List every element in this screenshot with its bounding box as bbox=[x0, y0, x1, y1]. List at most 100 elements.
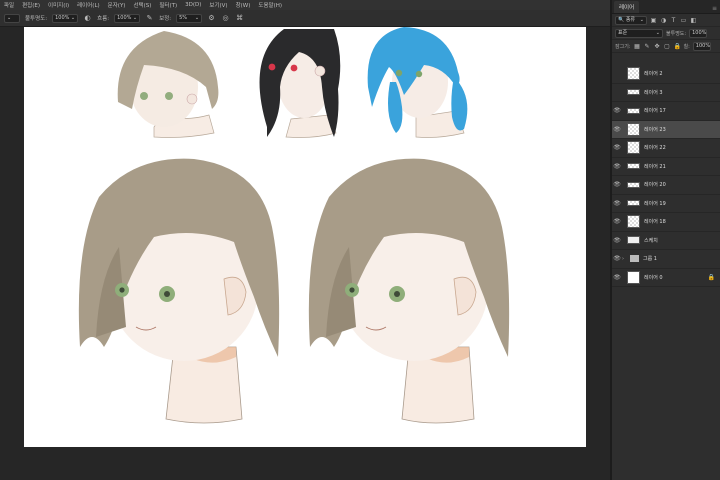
layer-row[interactable]: 👁 레이어 2 bbox=[612, 65, 720, 84]
tab-layers[interactable]: 레이어 bbox=[614, 1, 640, 13]
menu-item[interactable]: 도움말(H) bbox=[258, 1, 282, 9]
artboard[interactable] bbox=[24, 27, 586, 447]
layer-row[interactable]: 👁 레이어 20 bbox=[612, 176, 720, 195]
filter-smart-icon[interactable]: ◧ bbox=[690, 17, 697, 24]
layer-name[interactable]: 레이어 20 bbox=[644, 181, 666, 188]
layer-name[interactable]: 레이어 22 bbox=[644, 144, 666, 151]
lock-paint-icon[interactable]: ✎ bbox=[644, 43, 651, 50]
layer-row[interactable]: 👁 레이어 19 bbox=[612, 195, 720, 213]
layer-name[interactable]: 레이어 19 bbox=[644, 200, 666, 207]
layer-thumbnail bbox=[627, 89, 640, 96]
layer-thumbnail bbox=[627, 236, 640, 245]
layer-name[interactable]: 레이어 2 bbox=[644, 70, 663, 77]
blend-mode-select[interactable]: 표준 ⌄ bbox=[615, 28, 663, 38]
eye-icon[interactable]: 👁 bbox=[612, 107, 622, 114]
menu-item[interactable]: 레이어(L) bbox=[77, 1, 100, 9]
menu-item[interactable]: 문자(Y) bbox=[108, 1, 126, 9]
layer-name[interactable]: 레이어 3 bbox=[644, 89, 663, 96]
layer-name[interactable]: 그룹 1 bbox=[643, 255, 657, 262]
lock-move-icon[interactable]: ✥ bbox=[654, 43, 661, 50]
layer-thumbnail bbox=[627, 200, 640, 207]
eye-icon[interactable]: 👁 bbox=[612, 237, 622, 244]
small-head-blue bbox=[367, 27, 468, 138]
layer-thumbnail bbox=[627, 122, 640, 136]
eye-icon[interactable]: 👁 bbox=[612, 200, 622, 207]
canvas-area[interactable] bbox=[0, 27, 610, 480]
layer-row[interactable]: 👁 레이어 3 bbox=[612, 84, 720, 102]
panel-opacity-label: 불투명도: bbox=[666, 30, 687, 37]
small-head-black bbox=[259, 29, 341, 138]
layer-row[interactable]: 👁 레이어 21 bbox=[612, 158, 720, 176]
eye-icon[interactable]: 👁 bbox=[612, 70, 622, 77]
menu-item[interactable]: 3D(D) bbox=[185, 2, 201, 8]
eye-icon[interactable]: 👁 bbox=[612, 89, 622, 96]
layer-name[interactable]: 레이어 18 bbox=[644, 218, 666, 225]
layer-filter-row: 🔍 종류 ⌄ ▣ ◑ T ▭ ◧ bbox=[612, 14, 720, 27]
menu-item[interactable]: 편집(E) bbox=[22, 1, 40, 9]
menu-item[interactable]: 창(W) bbox=[236, 1, 251, 9]
layer-name[interactable]: 레이어 21 bbox=[644, 163, 666, 170]
layer-row[interactable]: 👁 레이어 0 🔒 bbox=[612, 269, 720, 287]
gear-icon[interactable]: ⚙ bbox=[207, 14, 216, 23]
layer-thumbnail bbox=[627, 67, 640, 81]
menu-item[interactable]: 선택(S) bbox=[133, 1, 151, 9]
clip-indicator: › bbox=[622, 255, 624, 262]
layer-thumbnail bbox=[627, 163, 640, 170]
airbrush-icon[interactable]: ✎ bbox=[145, 14, 154, 23]
eye-icon[interactable]: 👁 bbox=[612, 181, 622, 188]
folder-icon bbox=[630, 255, 639, 263]
layer-name[interactable]: 스케치 bbox=[644, 237, 658, 244]
layer-thumbnail bbox=[627, 107, 640, 114]
layer-row[interactable]: 👁 레이어 22 bbox=[612, 139, 720, 158]
layer-thumbnail bbox=[627, 215, 640, 229]
layer-row[interactable]: 👁 스케치 bbox=[612, 232, 720, 250]
symmetry-icon[interactable]: ⌘ bbox=[235, 14, 244, 23]
panel-menu-icon[interactable]: ≡ bbox=[712, 5, 717, 12]
fill-field[interactable]: 100% bbox=[692, 41, 711, 51]
eye-icon[interactable]: 👁 bbox=[612, 163, 622, 170]
lock-icon: 🔒 bbox=[707, 273, 715, 281]
filter-shape-icon[interactable]: ▭ bbox=[680, 17, 687, 24]
brush-preset-picker[interactable]: ⌄ bbox=[4, 13, 20, 23]
small-head-brown bbox=[117, 31, 219, 138]
lock-label: 잠그기: bbox=[615, 43, 631, 50]
lock-all-icon[interactable]: 🔒 bbox=[674, 43, 681, 50]
layer-thumbnail bbox=[627, 181, 640, 188]
layer-row[interactable]: 👁 레이어 18 bbox=[612, 213, 720, 232]
layer-row[interactable]: 👁 레이어 17 bbox=[612, 102, 720, 121]
smoothing-label: 보정: bbox=[159, 16, 172, 22]
layer-row[interactable]: 👁 레이어 23 bbox=[612, 120, 720, 139]
layer-name[interactable]: 레이어 0 bbox=[644, 274, 663, 281]
pressure-opacity-icon[interactable]: ◐ bbox=[83, 14, 92, 23]
menu-item[interactable]: 보기(V) bbox=[209, 1, 227, 9]
lock-transparent-icon[interactable]: ▦ bbox=[634, 43, 641, 50]
layer-thumbnail bbox=[627, 141, 640, 155]
menu-item[interactable]: 이미지(I) bbox=[48, 1, 69, 9]
filter-pixel-icon[interactable]: ▣ bbox=[650, 17, 657, 24]
lock-row: 잠그기: ▦ ✎ ✥ ▢ 🔒 칠: 100% bbox=[612, 40, 720, 53]
smoothing-field[interactable]: 5% ⌄ bbox=[176, 13, 203, 23]
layer-name[interactable]: 레이어 23 bbox=[644, 126, 666, 133]
large-head-left bbox=[78, 158, 280, 424]
eye-icon[interactable]: 👁 bbox=[612, 255, 622, 262]
layer-name[interactable]: 레이어 17 bbox=[644, 107, 666, 114]
panel-opacity-field[interactable]: 100% bbox=[689, 28, 708, 38]
pressure-size-icon[interactable]: ◎ bbox=[221, 14, 230, 23]
menu-item[interactable]: 파일 bbox=[4, 1, 14, 9]
layer-list: 👁 레이어 2 👁 레이어 3 👁 레이어 17 👁 레이어 23 👁 레이어 22 👁 레이어 21… bbox=[612, 65, 720, 287]
filter-adjust-icon[interactable]: ◑ bbox=[660, 17, 667, 24]
eye-icon[interactable]: 👁 bbox=[612, 126, 622, 133]
menu-item[interactable]: 필터(T) bbox=[159, 1, 177, 9]
flow-label: 흐름: bbox=[97, 16, 110, 22]
opacity-field[interactable]: 100% ⌄ bbox=[52, 13, 79, 23]
blend-row: 표준 ⌄ 불투명도: 100% bbox=[612, 27, 720, 40]
eye-icon[interactable]: 👁 bbox=[612, 218, 622, 225]
layer-filter-select[interactable]: 🔍 종류 ⌄ bbox=[615, 15, 647, 25]
layer-thumbnail bbox=[627, 270, 640, 284]
layer-row[interactable]: 👁 › 그룹 1 bbox=[612, 250, 720, 269]
lock-artboard-icon[interactable]: ▢ bbox=[664, 43, 671, 50]
eye-icon[interactable]: 👁 bbox=[612, 274, 622, 281]
eye-icon[interactable]: 👁 bbox=[612, 144, 622, 151]
flow-field[interactable]: 100% ⌄ bbox=[114, 13, 141, 23]
filter-type-icon[interactable]: T bbox=[670, 17, 677, 24]
